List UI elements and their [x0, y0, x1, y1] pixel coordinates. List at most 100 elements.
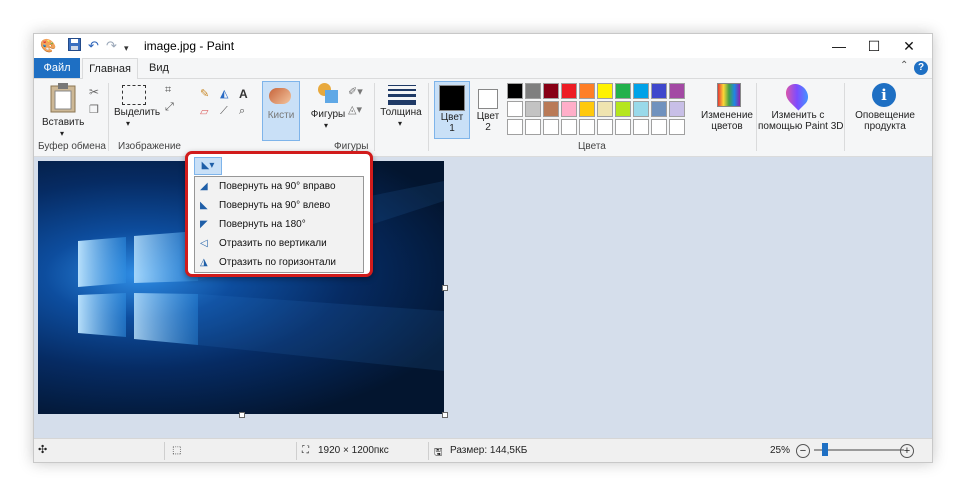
menu-item-rotate-right[interactable]: ◢ Повернуть на 90° вправо	[195, 177, 363, 196]
color-palette	[507, 83, 693, 139]
fill-shape-icon[interactable]: ◬▾	[348, 103, 362, 116]
tab-view[interactable]: Вид	[142, 58, 176, 78]
pencil-icon[interactable]: ✎	[200, 87, 209, 100]
text-icon[interactable]: A	[239, 87, 248, 101]
menu-item-label: Повернуть на 90° вправо	[219, 181, 336, 192]
image-size-icon: ⛶	[302, 445, 309, 456]
thickness-icon	[388, 85, 416, 105]
rotate-button[interactable]: ◣▾	[194, 157, 222, 175]
canvas-workspace	[34, 157, 932, 438]
palette-swatch[interactable]	[507, 101, 523, 117]
palette-swatch[interactable]	[579, 119, 595, 135]
image-dimensions: 1920 × 1200пкс	[318, 445, 389, 456]
eraser-icon[interactable]: ▱	[200, 105, 208, 118]
save-icon[interactable]	[68, 38, 81, 55]
outline-icon[interactable]: ✐▾	[348, 85, 363, 98]
paint3d-icon	[781, 79, 813, 111]
resize-icon[interactable]: ⤢	[165, 101, 174, 114]
customize-dropdown-icon[interactable]: ▾	[124, 40, 129, 56]
close-button[interactable]: ✕	[886, 34, 932, 58]
brushes-button[interactable]: Кисти	[262, 81, 300, 141]
paint3d-label-1: Изменить с	[771, 110, 825, 121]
palette-swatch[interactable]	[543, 101, 559, 117]
palette-swatch[interactable]	[615, 83, 631, 99]
fill-icon[interactable]: ◭	[220, 87, 228, 100]
palette-swatch[interactable]	[633, 101, 649, 117]
palette-swatch[interactable]	[633, 83, 649, 99]
shapes-button[interactable]: Фигуры ▾	[310, 81, 346, 139]
palette-swatch[interactable]	[651, 83, 667, 99]
clipboard-group-label: Буфер обмена	[38, 141, 106, 152]
zoom-slider-thumb[interactable]	[822, 443, 828, 456]
collapse-ribbon-icon[interactable]: ⌃	[900, 60, 908, 71]
palette-swatch[interactable]	[561, 119, 577, 135]
tab-file[interactable]: Файл	[34, 58, 80, 78]
zoom-slider[interactable]	[814, 443, 904, 456]
product-alert-button[interactable]: i Оповещение продукта	[848, 81, 922, 137]
shapes-icon	[318, 83, 338, 103]
palette-swatch[interactable]	[543, 83, 559, 99]
palette-swatch[interactable]	[525, 83, 541, 99]
palette-swatch[interactable]	[579, 101, 595, 117]
palette-swatch[interactable]	[579, 83, 595, 99]
palette-swatch[interactable]	[651, 119, 667, 135]
rotate-icon: ◣▾	[201, 160, 215, 171]
product-alert-label-2: продукта	[864, 121, 906, 132]
tab-home[interactable]: Главная	[82, 58, 138, 80]
copy-icon[interactable]: ❐	[89, 103, 99, 116]
palette-swatch[interactable]	[633, 119, 649, 135]
palette-swatch[interactable]	[615, 101, 631, 117]
clipboard-icon	[50, 83, 76, 113]
menu-item-flip-vertical[interactable]: ◁ Отразить по вертикали	[195, 234, 363, 253]
edit-colors-button[interactable]: Изменение цветов	[698, 81, 756, 137]
menu-item-label: Повернуть на 90° влево	[219, 200, 331, 211]
magnifier-icon[interactable]: ⌕	[239, 105, 245, 118]
palette-swatch[interactable]	[669, 83, 685, 99]
color2-button[interactable]: Цвет 2	[472, 81, 504, 137]
palette-swatch[interactable]	[507, 119, 523, 135]
paint-app-icon[interactable]: 🎨	[40, 38, 56, 54]
menu-item-flip-horizontal[interactable]: ◮ Отразить по горизонтали	[195, 253, 363, 272]
color1-button[interactable]: Цвет 1	[434, 81, 470, 139]
rotate-right-icon: ◢	[200, 181, 208, 192]
palette-swatch[interactable]	[507, 83, 523, 99]
window-title: image.jpg - Paint	[144, 39, 235, 53]
palette-swatch[interactable]	[525, 119, 541, 135]
palette-swatch[interactable]	[561, 83, 577, 99]
edit-with-paint3d-button[interactable]: Изменить с помощью Paint 3D	[758, 79, 843, 137]
help-icon[interactable]: ?	[914, 61, 928, 75]
redo-icon[interactable]: ↷	[106, 38, 117, 54]
select-button[interactable]: Выделить ▾	[114, 83, 160, 139]
palette-swatch[interactable]	[651, 101, 667, 117]
palette-swatch[interactable]	[669, 101, 685, 117]
color1-label: Цвет	[440, 112, 464, 123]
palette-swatch[interactable]	[561, 101, 577, 117]
crop-icon[interactable]: ⌗	[165, 84, 171, 97]
menu-item-rotate-180[interactable]: ◤ Повернуть на 180°	[195, 215, 363, 234]
zoom-in-button[interactable]: +	[900, 444, 914, 458]
palette-swatch[interactable]	[597, 119, 613, 135]
rotate-180-icon: ◤	[200, 219, 208, 230]
cut-icon[interactable]: ✂	[89, 85, 99, 99]
menu-item-rotate-left[interactable]: ◣ Повернуть на 90° влево	[195, 196, 363, 215]
brushes-label: Кисти	[267, 110, 295, 121]
rotate-left-icon: ◣	[200, 200, 208, 211]
palette-swatch[interactable]	[543, 119, 559, 135]
undo-icon[interactable]: ↶	[88, 38, 99, 54]
zoom-out-button[interactable]: −	[796, 444, 810, 458]
paste-button[interactable]: Вставить ▾	[42, 83, 84, 139]
palette-swatch[interactable]	[525, 101, 541, 117]
menu-item-label: Отразить по вертикали	[219, 238, 327, 249]
ribbon-tabs: Файл Главная Вид ⌃ ?	[34, 58, 932, 80]
palette-swatch[interactable]	[597, 101, 613, 117]
title-bar: 🎨 ↶ ↷ ▾ image.jpg - Paint — ☐ ✕	[34, 34, 932, 58]
palette-swatch[interactable]	[597, 83, 613, 99]
paste-dropdown-icon: ▾	[59, 129, 64, 138]
color-picker-icon[interactable]: ⟋	[220, 105, 228, 118]
palette-swatch[interactable]	[615, 119, 631, 135]
shapes-dropdown-icon: ▾	[324, 121, 329, 130]
palette-swatch[interactable]	[669, 119, 685, 135]
thickness-button[interactable]: Толщина ▾	[378, 83, 424, 139]
shapes-label: Фигуры	[310, 109, 346, 120]
thickness-dropdown-icon: ▾	[398, 119, 403, 128]
